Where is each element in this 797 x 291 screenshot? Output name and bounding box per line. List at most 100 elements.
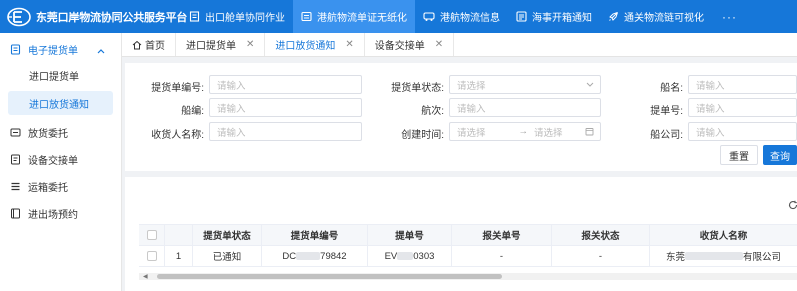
horizontal-scrollbar[interactable]: ◀ — [139, 273, 797, 280]
carrier-input[interactable]: 请输入 — [688, 122, 797, 141]
tab-import-bill[interactable]: 进口提货单 ✕ — [176, 33, 266, 56]
redacted-text — [685, 252, 743, 260]
header-customs-no: 报关单号 — [452, 225, 552, 245]
app-title: 东莞口岸物流协同公共服务平台 — [36, 11, 188, 24]
consignee-input[interactable]: 请输入 — [209, 122, 362, 141]
sidebar-group-electronic-bill[interactable]: 电子提货单 — [0, 36, 121, 63]
header-customs-status: 报关状态 — [552, 225, 650, 245]
tab-label: 进口放货通知 — [275, 41, 336, 52]
nav-item-visualization[interactable]: 通关物流链可视化 — [600, 0, 712, 33]
header-checkbox-cell[interactable] — [139, 225, 165, 245]
main-nav: 出口舱单协同作业 港航物流单证无纸化 港航物流信息 海事开箱通知 通关物流链可视… — [181, 0, 747, 33]
placeholder-text: 请输入 — [696, 127, 725, 139]
bill-status-label: 提货单状态: — [391, 83, 444, 94]
query-button[interactable]: 查询 — [763, 145, 797, 165]
placeholder-text: 请输入 — [217, 103, 246, 115]
tab-label: 设备交接单 — [374, 41, 425, 52]
sidebar-item-import-bill[interactable]: 进口提货单 — [0, 63, 113, 87]
brand[interactable]: 东莞口岸物流协同公共服务平台 — [0, 0, 187, 33]
nav-more-button[interactable]: ··· — [712, 0, 747, 33]
vessel-code-label: 船编: — [181, 106, 204, 117]
sidebar-item-label: 设备交接单 — [28, 156, 78, 167]
chevron-up-icon — [97, 46, 105, 57]
sidebar-item-label: 进出场预约 — [28, 210, 78, 221]
header-consignee: 收货人名称 — [699, 231, 748, 242]
calendar-icon — [585, 127, 594, 139]
bill-no-suffix: 79842 — [320, 250, 347, 262]
row-bill-no: DC 79842 — [262, 246, 368, 266]
redacted-text — [296, 252, 321, 260]
row-index: 1 — [165, 246, 193, 266]
refresh-icon[interactable] — [788, 200, 797, 213]
close-icon[interactable]: ✕ — [246, 39, 254, 50]
row-customs-no: - — [452, 246, 552, 266]
sidebar-item-release-entrust[interactable]: 放货委托 — [0, 119, 121, 146]
nav-item-paperless-docs[interactable]: 港航物流单证无纸化 — [293, 0, 415, 33]
platform-logo-icon — [6, 6, 32, 28]
calendar-icon — [10, 208, 21, 219]
voyage-input[interactable]: 请输入 — [449, 98, 601, 117]
created-time-range[interactable]: 请选择 → 请选择 — [449, 122, 601, 141]
table-row[interactable]: 1 已通知 DC 79842 EV 0303 - - 东莞 有限公司 — [139, 246, 797, 267]
bl-no-prefix: EV — [384, 250, 398, 262]
sidebar-item-equipment-receipt[interactable]: 设备交接单 — [0, 146, 121, 173]
nav-item-label: 港航物流单证无纸化 — [317, 13, 407, 24]
scrollbar-thumb[interactable] — [157, 274, 502, 279]
bl-no-input[interactable]: 请输入 — [688, 98, 797, 117]
placeholder-text: 请选择 — [457, 80, 486, 92]
tab-home[interactable]: 首页 — [122, 33, 176, 56]
placeholder-text: 请输入 — [696, 103, 725, 115]
sidebar-item-import-release-notice[interactable]: 进口放货通知 — [8, 91, 113, 115]
entrust-icon — [10, 127, 21, 138]
sidebar-item-label: 运箱委托 — [28, 183, 68, 194]
voyage-label: 航次: — [421, 106, 444, 117]
rocket-icon — [608, 11, 619, 22]
row-customs-status: - — [552, 246, 650, 266]
sidebar-group-label: 电子提货单 — [28, 46, 78, 57]
nav-item-label: 海事开箱通知 — [532, 13, 592, 24]
carrier-label: 船公司: — [650, 130, 683, 141]
vessel-name-label: 船名: — [660, 83, 683, 94]
grid-list-icon — [10, 181, 21, 192]
home-icon — [132, 40, 142, 50]
select-all-checkbox[interactable] — [146, 230, 157, 240]
data-table: 提货单状态 提货单编号 提单号 报关单号 报关状态 收货人名称 1 已通知 DC… — [139, 224, 797, 267]
consignee-label: 收货人名称: — [151, 130, 204, 141]
bill-no-prefix: DC — [282, 250, 297, 262]
nav-item-label: 出口舱单协同作业 — [205, 13, 285, 24]
header-bl-no: 提单号 — [368, 225, 452, 245]
placeholder-text: 请输入 — [217, 127, 246, 139]
range-arrow: → — [518, 126, 529, 137]
chevron-down-icon — [586, 80, 594, 91]
ship-manifest-icon — [189, 11, 200, 22]
scroll-left-icon[interactable]: ◀ — [143, 273, 148, 280]
sidebar-item-container-entrust[interactable]: 运箱委托 — [0, 173, 121, 200]
document-icon — [301, 11, 312, 22]
table-panel: 提货单状态 提货单编号 提单号 报关单号 报关状态 收货人名称 1 已通知 DC… — [125, 177, 797, 291]
table-header-row: 提货单状态 提货单编号 提单号 报关单号 报关状态 收货人名称 — [139, 224, 797, 246]
nav-item-export-manifest[interactable]: 出口舱单协同作业 — [181, 0, 293, 33]
row-checkbox-cell[interactable] — [139, 246, 165, 266]
consignee-suffix: 有限公司 — [743, 252, 782, 263]
nav-item-logistics-info[interactable]: 港航物流信息 — [415, 0, 508, 33]
row-checkbox[interactable] — [146, 251, 157, 261]
bill-icon — [10, 44, 21, 55]
nav-item-maritime-notice[interactable]: 海事开箱通知 — [508, 0, 600, 33]
reset-button[interactable]: 重置 — [720, 145, 758, 165]
vessel-code-input[interactable]: 请输入 — [209, 98, 362, 117]
close-icon[interactable]: ✕ — [345, 39, 353, 50]
bl-no-label: 提单号: — [650, 106, 683, 117]
tab-label: 进口提货单 — [186, 41, 236, 52]
sidebar-item-gate-appointment[interactable]: 进出场预约 — [0, 200, 121, 227]
close-icon[interactable]: ✕ — [435, 39, 443, 50]
row-bl-no: EV 0303 — [368, 246, 452, 266]
bill-no-label: 提货单编号: — [151, 83, 204, 94]
vessel-name-input[interactable]: 请输入 — [688, 75, 797, 94]
tab-import-release-notice[interactable]: 进口放货通知 ✕ — [265, 33, 365, 56]
bill-no-input[interactable]: 请输入 — [209, 75, 362, 94]
bill-status-select[interactable]: 请选择 — [449, 75, 601, 94]
sidebar: 电子提货单 进口提货单 进口放货通知 放货委托 设备交接单 运箱委托 进出场预约 — [0, 33, 122, 291]
tab-equipment-receipt[interactable]: 设备交接单 ✕ — [365, 33, 455, 56]
placeholder-text: 请输入 — [696, 80, 725, 92]
receipt-icon — [10, 154, 21, 165]
